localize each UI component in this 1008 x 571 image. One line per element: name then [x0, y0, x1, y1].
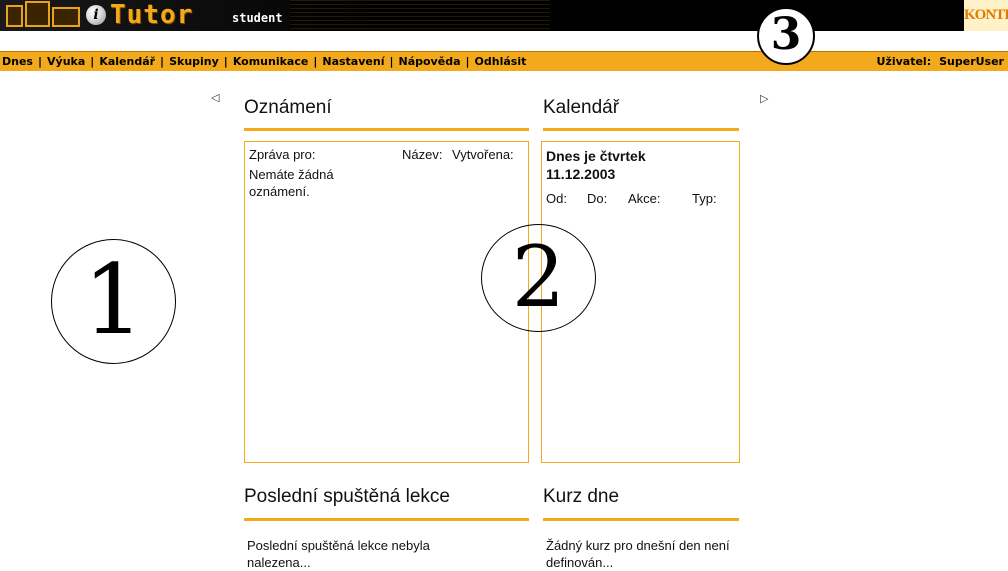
col-header-message-for: Zpráva pro:: [249, 147, 316, 162]
annotation-circle-1: 1: [51, 239, 176, 364]
nav-separator: |: [223, 55, 228, 68]
nav-item-komunikace[interactable]: Komunikace: [233, 55, 309, 68]
nav-separator: |: [313, 55, 318, 68]
nav-item-odhlasit[interactable]: Odhlásit: [475, 55, 527, 68]
announcements-empty-message: Nemáte žádná oznámení.: [249, 167, 334, 199]
books-logo-icon: [6, 1, 80, 27]
col-header-from: Od:: [546, 191, 567, 206]
nav-separator: |: [465, 55, 470, 68]
announcements-title: Oznámení: [244, 97, 332, 118]
user-info: Uživatel: SuperUser: [877, 52, 1004, 71]
last-lesson-title: Poslední spuštěná lekce: [244, 486, 450, 507]
annotation-circle-3: 3: [757, 7, 815, 65]
brand-logo: KONTIS: [964, 0, 1008, 31]
nav-item-skupiny[interactable]: Skupiny: [169, 55, 219, 68]
nav-item-kalendar[interactable]: Kalendář: [99, 55, 155, 68]
main-nav: Dnes | Výuka | Kalendář | Skupiny | Komunikace | N…: [0, 51, 1008, 71]
col-header-type: Typ:: [692, 191, 717, 206]
col-header-name: Název:: [402, 147, 443, 162]
last-lesson-message: Poslední spuštěná lekce nebyla nalezena.…: [247, 538, 430, 570]
logo-subtitle: student: [232, 11, 283, 25]
col-header-to: Do:: [587, 191, 608, 206]
app-header: i Tutor student KONTIS: [0, 0, 1008, 31]
logo-i-badge: i: [86, 5, 106, 25]
col-header-action: Akce:: [628, 191, 661, 206]
announcements-rule: [244, 128, 529, 131]
user-name: SuperUser: [939, 55, 1004, 68]
collapse-right-arrow-icon[interactable]: ▷: [760, 92, 768, 105]
last-lesson-rule: [244, 518, 529, 521]
nav-separator: |: [160, 55, 165, 68]
nav-item-nastaveni[interactable]: Nastavení: [322, 55, 384, 68]
nav-item-napoveda[interactable]: Nápověda: [399, 55, 461, 68]
nav-item-dnes[interactable]: Dnes: [2, 55, 33, 68]
course-of-day-message: Žádný kurz pro dnešní den není definován…: [546, 538, 730, 570]
annotation-circle-2: 2: [481, 224, 596, 332]
course-of-day-title: Kurz dne: [543, 486, 620, 507]
nav-items: Dnes | Výuka | Kalendář | Skupiny | Komunikace | N…: [2, 52, 526, 71]
calendar-rule: [543, 128, 739, 131]
logo-wordmark: Tutor: [110, 0, 194, 30]
calendar-title: Kalendář: [543, 97, 620, 118]
col-header-created: Vytvořena:: [452, 147, 514, 162]
nav-separator: |: [37, 55, 43, 68]
nav-separator: |: [389, 55, 394, 68]
collapse-left-arrow-icon[interactable]: ◁: [211, 91, 219, 104]
calendar-today: Dnes je čtvrtek 11.12.2003: [546, 148, 646, 182]
nav-item-vyuka[interactable]: Výuka: [47, 55, 85, 68]
course-of-day-rule: [543, 518, 739, 521]
nav-separator: |: [90, 55, 95, 68]
user-label: Uživatel:: [876, 55, 932, 68]
header-decoration: [290, 0, 550, 31]
